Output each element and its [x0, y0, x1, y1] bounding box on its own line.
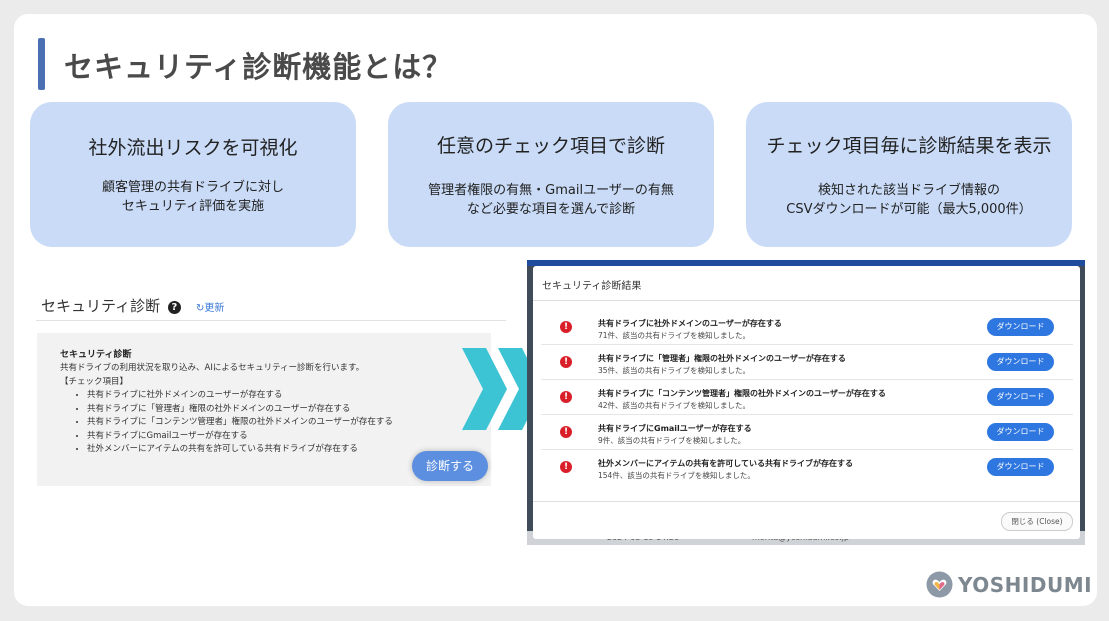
result-title: 共有ドライブに「管理者」権限の社外ドメインのユーザーが存在する	[598, 354, 846, 363]
panel-title: セキュリティ診断	[60, 350, 132, 360]
warning-icon: !	[560, 426, 572, 438]
card-desc-line: 顧客管理の共有ドライブに対し	[101, 180, 284, 195]
warning-icon: !	[560, 356, 572, 368]
card-desc-line: CSVダウンロードが可能（最大5,000件）	[786, 202, 1032, 217]
result-count: 9件、該当の共有ドライブを検知しました。	[598, 436, 746, 445]
results-dialog: セキュリティ診断結果 ! 共有ドライブに社外ドメインのユーザーが存在する 71件…	[533, 266, 1080, 539]
feature-card-results: チェック項目毎に診断結果を表示 検知された該当ドライブ情報の CSVダウンロード…	[746, 102, 1072, 247]
card-desc: 検知された該当ドライブ情報の CSVダウンロードが可能（最大5,000件）	[746, 181, 1072, 219]
security-scan-header: セキュリティ診断 ?	[41, 295, 181, 316]
download-button[interactable]: ダウンロード	[987, 353, 1054, 371]
table-row: ! 共有ドライブに「コンテンツ管理者」権限の社外ドメインのユーザーが存在する 4…	[541, 380, 1073, 415]
refresh-label: 更新	[204, 303, 225, 314]
card-desc: 顧客管理の共有ドライブに対し セキュリティ評価を実施	[30, 178, 356, 216]
list-item: 共有ドライブに「管理者」権限の社外ドメインのユーザーが存在する	[87, 403, 393, 417]
divider	[533, 300, 1080, 301]
result-count: 42件、該当の共有ドライブを検知しました。	[598, 401, 751, 410]
warning-icon: !	[560, 391, 572, 403]
list-item: 社外メンバーにアイテムの共有を許可している共有ドライブが存在する	[87, 443, 393, 457]
result-count: 71件、該当の共有ドライブを検知しました。	[598, 331, 751, 340]
logo-text: YOSHIDUMI	[958, 573, 1093, 597]
run-scan-button[interactable]: 診断する	[412, 451, 488, 481]
result-title: 共有ドライブに社外ドメインのユーザーが存在する	[598, 319, 782, 328]
card-title: 社外流出リスクを可視化	[88, 137, 298, 159]
result-count: 35件、該当の共有ドライブを検知しました。	[598, 366, 751, 375]
list-item: 共有ドライブに「コンテンツ管理者」権限の社外ドメインのユーザーが存在する	[87, 416, 393, 430]
list-item: 共有ドライブにGmailユーザーが存在する	[87, 430, 393, 444]
card-desc-line: 管理者権限の有無・Gmailユーザーの有無	[428, 183, 674, 198]
table-row: ! 共有ドライブにGmailユーザーが存在する 9件、該当の共有ドライブを検知し…	[541, 415, 1073, 450]
warning-icon: !	[560, 461, 572, 473]
title-accent-bar	[38, 38, 45, 90]
divider	[533, 501, 1080, 502]
download-button[interactable]: ダウンロード	[987, 388, 1054, 406]
results-screenshot: 2024-03-19 14:26 morita@yoshidumi.co.jp …	[527, 260, 1085, 545]
table-row: ! 共有ドライブに「管理者」権限の社外ドメインのユーザーが存在する 35件、該当…	[541, 345, 1073, 380]
page-title: セキュリティ診断機能とは？	[64, 50, 453, 84]
warning-icon: !	[560, 321, 572, 333]
dialog-title: セキュリティ診断結果	[542, 281, 642, 292]
close-button[interactable]: 閉じる (Close)	[1001, 512, 1073, 531]
company-logo: YOSHIDUMI	[926, 571, 1092, 598]
card-title: チェック項目毎に診断結果を表示	[766, 135, 1052, 157]
download-button[interactable]: ダウンロード	[987, 318, 1054, 336]
table-row: ! 共有ドライブに社外ドメインのユーザーが存在する 71件、該当の共有ドライブを…	[541, 310, 1073, 345]
card-desc-line: など必要な項目を選んで診断	[466, 202, 636, 217]
help-icon[interactable]: ?	[167, 301, 181, 314]
result-title: 共有ドライブにGmailユーザーが存在する	[598, 424, 752, 433]
security-scan-heading: セキュリティ診断	[41, 297, 161, 315]
card-desc-line: セキュリティ評価を実施	[121, 199, 265, 214]
table-row: ! 社外メンバーにアイテムの共有を許可している共有ドライブが存在する 154件、…	[541, 450, 1073, 484]
panel-description: 共有ドライブの利用状況を取り込み、AIによるセキュリティー診断を行います。	[60, 363, 365, 373]
card-desc: 管理者権限の有無・Gmailユーザーの有無 など必要な項目を選んで診断	[388, 181, 714, 219]
refresh-button[interactable]: ↻更新	[196, 299, 224, 314]
feature-card-visualize: 社外流出リスクを可視化 顧客管理の共有ドライブに対し セキュリティ評価を実施	[30, 102, 356, 247]
heart-logo-icon	[926, 571, 953, 598]
list-item: 共有ドライブに社外ドメインのユーザーが存在する	[87, 389, 393, 403]
download-button[interactable]: ダウンロード	[987, 458, 1054, 476]
result-title: 社外メンバーにアイテムの共有を許可している共有ドライブが存在する	[598, 459, 853, 468]
card-title: 任意のチェック項目で診断	[436, 135, 665, 157]
divider	[36, 320, 506, 321]
check-items-label: 【チェック項目】	[60, 377, 129, 387]
card-desc-line: 検知された該当ドライブ情報の	[817, 183, 1000, 198]
slide: セキュリティ診断機能とは？ 社外流出リスクを可視化 顧客管理の共有ドライブに対し…	[14, 14, 1097, 606]
download-button[interactable]: ダウンロード	[987, 423, 1054, 441]
feature-card-check-items: 任意のチェック項目で診断 管理者権限の有無・Gmailユーザーの有無 など必要な…	[388, 102, 714, 247]
check-items-list: 共有ドライブに社外ドメインのユーザーが存在する 共有ドライブに「管理者」権限の社…	[67, 389, 393, 457]
result-count: 154件、該当の共有ドライブを検知しました。	[598, 471, 755, 480]
result-title: 共有ドライブに「コンテンツ管理者」権限の社外ドメインのユーザーが存在する	[598, 389, 886, 398]
